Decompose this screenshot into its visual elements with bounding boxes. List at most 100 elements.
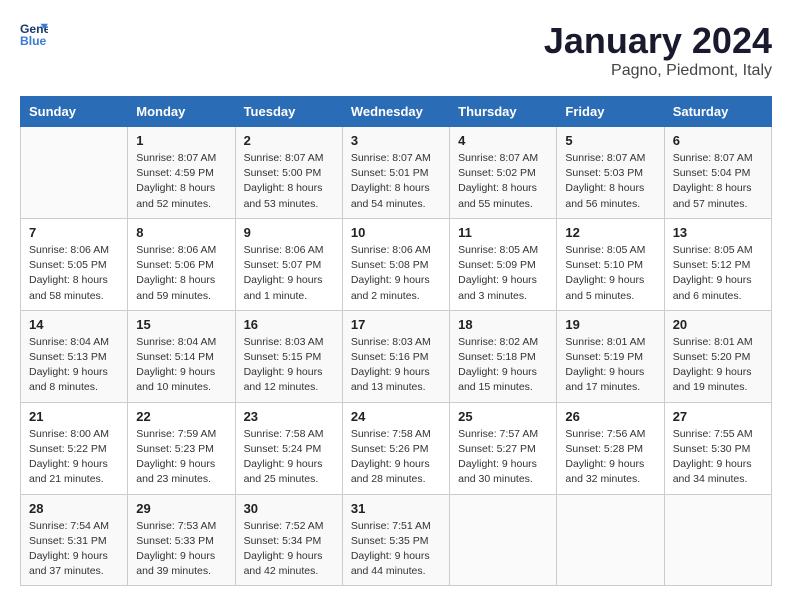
day-info: Sunrise: 7:58 AMSunset: 5:26 PMDaylight:… <box>351 427 441 488</box>
day-info: Sunrise: 8:05 AMSunset: 5:10 PMDaylight:… <box>565 243 655 304</box>
day-info: Sunrise: 7:58 AMSunset: 5:24 PMDaylight:… <box>244 427 334 488</box>
day-info: Sunrise: 8:06 AMSunset: 5:05 PMDaylight:… <box>29 243 119 304</box>
day-number: 2 <box>244 133 334 148</box>
day-number: 12 <box>565 225 655 240</box>
calendar-cell: 14 Sunrise: 8:04 AMSunset: 5:13 PMDayligh… <box>21 310 128 402</box>
calendar-cell: 27 Sunrise: 7:55 AMSunset: 5:30 PMDayligh… <box>664 402 771 494</box>
day-info: Sunrise: 8:07 AMSunset: 5:04 PMDaylight:… <box>673 151 763 212</box>
page-header: General Blue January 2024 Pagno, Piedmon… <box>20 20 772 80</box>
calendar-week-row: 28 Sunrise: 7:54 AMSunset: 5:31 PMDayligh… <box>21 494 772 586</box>
day-number: 5 <box>565 133 655 148</box>
day-number: 8 <box>136 225 226 240</box>
calendar-cell: 31 Sunrise: 7:51 AMSunset: 5:35 PMDayligh… <box>342 494 449 586</box>
day-info: Sunrise: 8:03 AMSunset: 5:16 PMDaylight:… <box>351 335 441 396</box>
day-number: 19 <box>565 317 655 332</box>
calendar-cell: 29 Sunrise: 7:53 AMSunset: 5:33 PMDayligh… <box>128 494 235 586</box>
calendar-cell: 16 Sunrise: 8:03 AMSunset: 5:15 PMDayligh… <box>235 310 342 402</box>
day-info: Sunrise: 8:06 AMSunset: 5:08 PMDaylight:… <box>351 243 441 304</box>
weekday-header: Friday <box>557 97 664 127</box>
calendar-cell: 6 Sunrise: 8:07 AMSunset: 5:04 PMDaylight… <box>664 127 771 219</box>
day-number: 16 <box>244 317 334 332</box>
day-number: 13 <box>673 225 763 240</box>
day-number: 25 <box>458 409 548 424</box>
calendar-cell: 10 Sunrise: 8:06 AMSunset: 5:08 PMDayligh… <box>342 218 449 310</box>
weekday-header: Sunday <box>21 97 128 127</box>
day-info: Sunrise: 8:05 AMSunset: 5:12 PMDaylight:… <box>673 243 763 304</box>
calendar-cell: 1Sunrise: 8:07 AMSunset: 4:59 PMDaylight… <box>128 127 235 219</box>
calendar-cell: 5Sunrise: 8:07 AMSunset: 5:03 PMDaylight… <box>557 127 664 219</box>
day-number: 29 <box>136 501 226 516</box>
calendar-week-row: 14 Sunrise: 8:04 AMSunset: 5:13 PMDayligh… <box>21 310 772 402</box>
calendar-week-row: 1Sunrise: 8:07 AMSunset: 4:59 PMDaylight… <box>21 127 772 219</box>
calendar-cell: 30 Sunrise: 7:52 AMSunset: 5:34 PMDayligh… <box>235 494 342 586</box>
calendar-table: SundayMondayTuesdayWednesdayThursdayFrid… <box>20 96 772 586</box>
day-number: 20 <box>673 317 763 332</box>
calendar-cell: 25 Sunrise: 7:57 AMSunset: 5:27 PMDayligh… <box>450 402 557 494</box>
weekday-header: Monday <box>128 97 235 127</box>
calendar-cell: 18Sunrise: 8:02 AMSunset: 5:18 PMDayligh… <box>450 310 557 402</box>
day-info: Sunrise: 8:04 AMSunset: 5:14 PMDaylight:… <box>136 335 226 396</box>
calendar-cell: 21 Sunrise: 8:00 AMSunset: 5:22 PMDayligh… <box>21 402 128 494</box>
weekday-header: Thursday <box>450 97 557 127</box>
day-number: 17 <box>351 317 441 332</box>
month-title: January 2024 <box>544 20 772 62</box>
calendar-cell: 11Sunrise: 8:05 AMSunset: 5:09 PMDayligh… <box>450 218 557 310</box>
calendar-cell: 15 Sunrise: 8:04 AMSunset: 5:14 PMDayligh… <box>128 310 235 402</box>
location: Pagno, Piedmont, Italy <box>544 62 772 80</box>
calendar-cell: 28 Sunrise: 7:54 AMSunset: 5:31 PMDayligh… <box>21 494 128 586</box>
calendar-cell: 2 Sunrise: 8:07 AMSunset: 5:00 PMDaylight… <box>235 127 342 219</box>
day-info: Sunrise: 7:52 AMSunset: 5:34 PMDaylight:… <box>244 519 334 580</box>
logo-icon: General Blue <box>20 20 48 48</box>
day-info: Sunrise: 7:55 AMSunset: 5:30 PMDaylight:… <box>673 427 763 488</box>
calendar-cell: 26 Sunrise: 7:56 AMSunset: 5:28 PMDayligh… <box>557 402 664 494</box>
day-info: Sunrise: 7:57 AMSunset: 5:27 PMDaylight:… <box>458 427 548 488</box>
svg-text:Blue: Blue <box>20 34 47 48</box>
day-info: Sunrise: 8:00 AMSunset: 5:22 PMDaylight:… <box>29 427 119 488</box>
day-number: 24 <box>351 409 441 424</box>
day-info: Sunrise: 8:07 AMSunset: 5:00 PMDaylight:… <box>244 151 334 212</box>
day-info: Sunrise: 8:06 AMSunset: 5:06 PMDaylight:… <box>136 243 226 304</box>
day-number: 4 <box>458 133 548 148</box>
day-number: 27 <box>673 409 763 424</box>
calendar-cell <box>664 494 771 586</box>
day-number: 1 <box>136 133 226 148</box>
calendar-cell: 19 Sunrise: 8:01 AMSunset: 5:19 PMDayligh… <box>557 310 664 402</box>
day-number: 6 <box>673 133 763 148</box>
day-number: 22 <box>136 409 226 424</box>
calendar-cell: 24 Sunrise: 7:58 AMSunset: 5:26 PMDayligh… <box>342 402 449 494</box>
day-info: Sunrise: 7:53 AMSunset: 5:33 PMDaylight:… <box>136 519 226 580</box>
logo: General Blue <box>20 20 48 48</box>
weekday-header: Wednesday <box>342 97 449 127</box>
day-info: Sunrise: 7:51 AMSunset: 5:35 PMDaylight:… <box>351 519 441 580</box>
day-number: 14 <box>29 317 119 332</box>
day-number: 26 <box>565 409 655 424</box>
day-number: 21 <box>29 409 119 424</box>
calendar-cell: 22 Sunrise: 7:59 AMSunset: 5:23 PMDayligh… <box>128 402 235 494</box>
day-info: Sunrise: 7:59 AMSunset: 5:23 PMDaylight:… <box>136 427 226 488</box>
day-info: Sunrise: 8:06 AMSunset: 5:07 PMDaylight:… <box>244 243 334 304</box>
weekday-header: Saturday <box>664 97 771 127</box>
day-info: Sunrise: 8:04 AMSunset: 5:13 PMDaylight:… <box>29 335 119 396</box>
day-info: Sunrise: 8:01 AMSunset: 5:19 PMDaylight:… <box>565 335 655 396</box>
day-number: 31 <box>351 501 441 516</box>
day-info: Sunrise: 7:54 AMSunset: 5:31 PMDaylight:… <box>29 519 119 580</box>
day-info: Sunrise: 7:56 AMSunset: 5:28 PMDaylight:… <box>565 427 655 488</box>
day-number: 10 <box>351 225 441 240</box>
day-number: 3 <box>351 133 441 148</box>
day-number: 23 <box>244 409 334 424</box>
day-info: Sunrise: 8:07 AMSunset: 5:02 PMDaylight:… <box>458 151 548 212</box>
calendar-cell: 12 Sunrise: 8:05 AMSunset: 5:10 PMDayligh… <box>557 218 664 310</box>
day-number: 7 <box>29 225 119 240</box>
day-info: Sunrise: 8:03 AMSunset: 5:15 PMDaylight:… <box>244 335 334 396</box>
day-info: Sunrise: 8:01 AMSunset: 5:20 PMDaylight:… <box>673 335 763 396</box>
calendar-cell <box>557 494 664 586</box>
calendar-cell: 4 Sunrise: 8:07 AMSunset: 5:02 PMDaylight… <box>450 127 557 219</box>
calendar-cell: 13 Sunrise: 8:05 AMSunset: 5:12 PMDayligh… <box>664 218 771 310</box>
day-number: 30 <box>244 501 334 516</box>
day-number: 28 <box>29 501 119 516</box>
day-number: 15 <box>136 317 226 332</box>
calendar-cell: 17 Sunrise: 8:03 AMSunset: 5:16 PMDayligh… <box>342 310 449 402</box>
weekday-header: Tuesday <box>235 97 342 127</box>
calendar-cell <box>450 494 557 586</box>
day-info: Sunrise: 8:05 AMSunset: 5:09 PMDaylight:… <box>458 243 548 304</box>
